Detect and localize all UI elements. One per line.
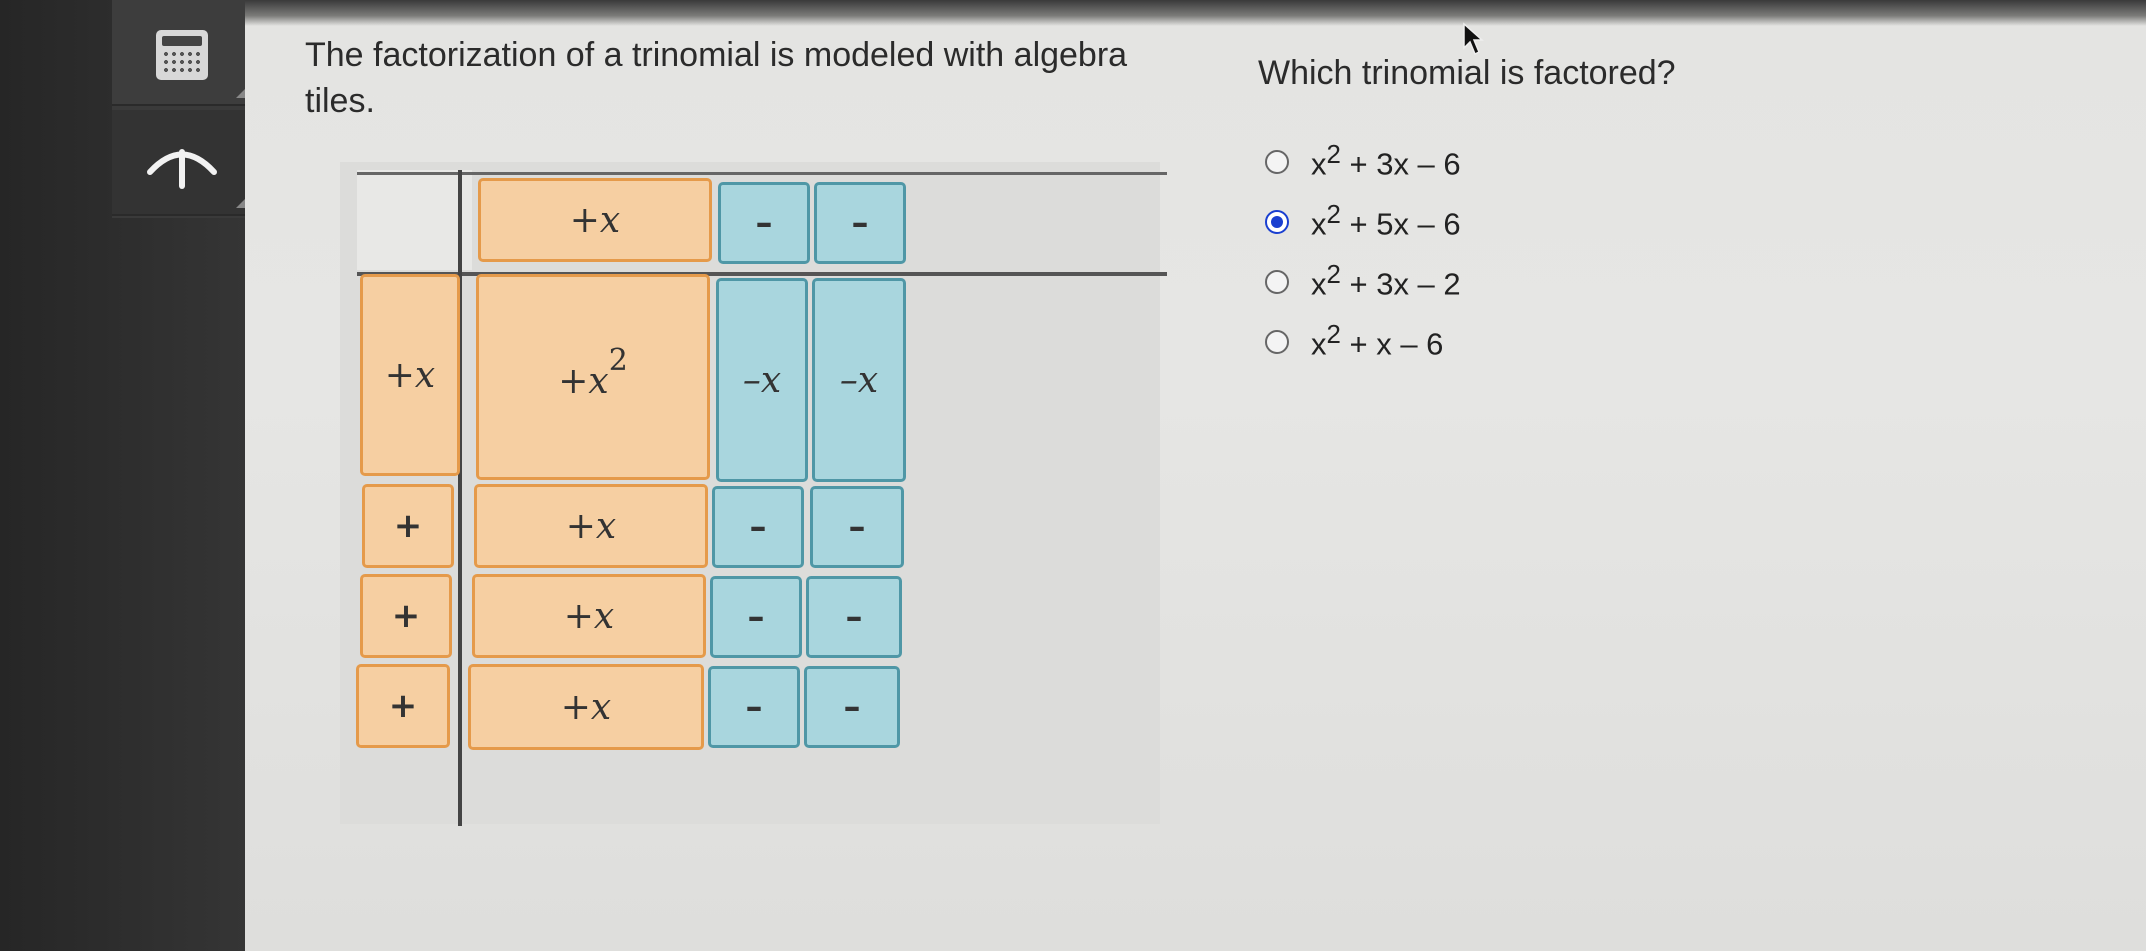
neg-unit-tile: – xyxy=(810,486,904,568)
option-3[interactable]: x2 + 3x – 2 xyxy=(1265,252,1461,312)
question-stem: The factorization of a trinomial is mode… xyxy=(305,36,1128,120)
question-prompt: Which trinomial is factored? xyxy=(1258,54,1676,92)
neg-unit-tile: – xyxy=(710,576,802,658)
collapse-button[interactable] xyxy=(112,110,252,216)
top-border-line xyxy=(357,172,1167,175)
x-tile: +x xyxy=(472,574,706,658)
arrow-up-icon xyxy=(147,149,217,189)
option-2[interactable]: x2 + 5x – 6 xyxy=(1265,192,1461,252)
top-x-tile: +x xyxy=(478,178,712,262)
radio-button-selected[interactable] xyxy=(1265,210,1289,234)
vertical-divider xyxy=(458,170,462,826)
empty-corner-cell xyxy=(357,170,472,270)
option-1[interactable]: x2 + 3x – 6 xyxy=(1265,132,1461,192)
option-label: x2 + x – 6 xyxy=(1311,321,1444,362)
neg-unit-tile: – xyxy=(804,666,900,748)
left-unit-tile: + xyxy=(356,664,450,748)
option-label: x2 + 5x – 6 xyxy=(1311,201,1461,242)
x-squared-tile: +x2 xyxy=(476,274,710,480)
side-toolbar xyxy=(112,0,252,218)
neg-x-tile: –x xyxy=(812,278,906,482)
option-4[interactable]: x2 + x – 6 xyxy=(1265,312,1461,372)
answer-options: x2 + 3x – 6 x2 + 5x – 6 x2 + 3x – 2 x2 +… xyxy=(1265,132,1461,372)
radio-button[interactable] xyxy=(1265,150,1289,174)
neg-unit-tile: – xyxy=(806,576,902,658)
calculator-icon xyxy=(156,30,208,80)
option-label: x2 + 3x – 6 xyxy=(1311,141,1461,182)
top-neg-unit-tile: – xyxy=(814,182,906,264)
x-tile: +x xyxy=(468,664,704,750)
left-unit-tile: + xyxy=(362,484,454,568)
radio-button[interactable] xyxy=(1265,330,1289,354)
neg-unit-tile: – xyxy=(708,666,800,748)
radio-button[interactable] xyxy=(1265,270,1289,294)
left-x-tile: +x xyxy=(360,274,460,476)
top-shadow xyxy=(245,0,2146,26)
option-label: x2 + 3x – 2 xyxy=(1311,261,1461,302)
mouse-cursor-icon xyxy=(1463,22,1484,56)
calculator-button[interactable] xyxy=(112,0,252,106)
neg-x-tile: –x xyxy=(716,278,808,482)
x-tile: +x xyxy=(474,484,708,568)
top-neg-unit-tile: – xyxy=(718,182,810,264)
neg-unit-tile: – xyxy=(712,486,804,568)
left-unit-tile: + xyxy=(360,574,452,658)
